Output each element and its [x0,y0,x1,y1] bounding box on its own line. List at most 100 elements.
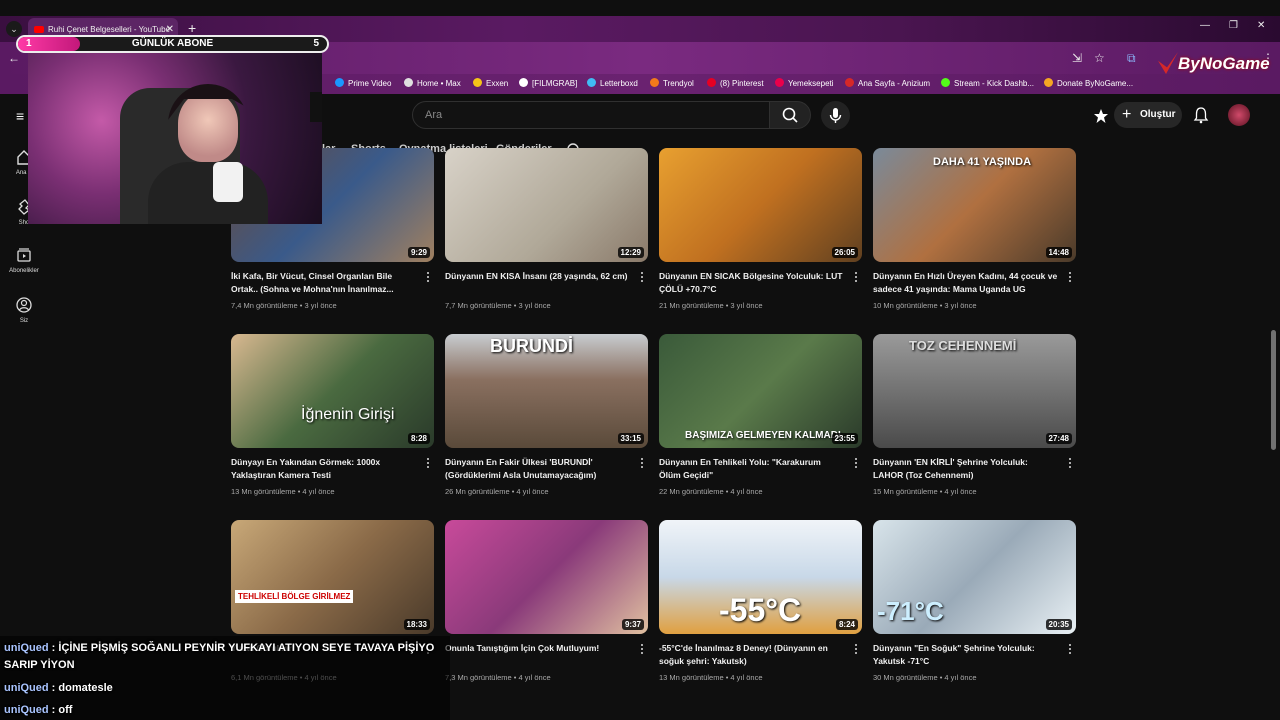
video-thumbnail[interactable]: -55°C 8:24 [659,520,862,634]
bookmark-item[interactable]: Ana Sayfa - Anizium [845,78,930,88]
bookmark-label: (8) Pinterest [720,79,764,88]
bookmark-item[interactable]: Yemeksepeti [775,78,834,88]
video-duration-badge: 26:05 [831,247,858,258]
video-card[interactable]: İğnenin Girişi 8:28 Dünyayı En Yakından Gö… [231,334,434,496]
install-app-icon[interactable]: ⇲ [1072,51,1082,65]
video-thumbnail[interactable]: BAŞIMIZA GELMEYEN KALMADI 23:55 [659,334,862,448]
notifications-bell-icon[interactable] [1192,106,1210,124]
bookmark-favicon-icon [650,78,659,87]
video-more-options-icon[interactable] [855,458,858,470]
bynogame-logo: ByNoGame [1178,54,1270,73]
bookmark-item[interactable]: Stream - Kick Dashb... [941,78,1034,88]
metadata-separator: • [297,301,305,310]
video-title[interactable]: Dünyanın En Hızlı Üreyen Kadını, 44 çocu… [873,270,1058,296]
sidebar-item[interactable]: Siz [0,296,48,324]
video-more-options-icon[interactable] [641,272,644,284]
video-more-options-icon[interactable] [855,272,858,284]
bookmark-item[interactable]: Exxen [473,78,508,88]
video-title[interactable]: Dünyayı En Yakından Görmek: 1000x Yaklaş… [231,456,416,482]
thumbnail-caption: İğnenin Girişi [301,406,395,423]
create-button[interactable]: + Oluştur [1114,102,1182,128]
video-title[interactable]: Dünyanın En Tehlikeli Yolu: "Karakurum Ö… [659,456,844,482]
video-title[interactable]: Dünyanın "En Soğuk" Şehrine Yolculuk: Ya… [873,642,1058,668]
video-more-options-icon[interactable] [1069,644,1072,656]
bookmark-item[interactable]: Prime Video [335,78,391,88]
video-views: 7,4 Mn görüntüleme [231,301,298,310]
video-title[interactable]: Dünyanın EN SICAK Bölgesine Yolculuk: LU… [659,270,844,296]
premium-icon[interactable] [1093,108,1109,124]
tab-search-button[interactable]: ⌄ [6,21,22,37]
video-thumbnail[interactable]: DAHA 41 YAŞINDA 14:48 [873,148,1076,262]
maximize-icon[interactable]: ❐ [1229,20,1238,31]
video-thumbnail[interactable]: 9:37 [445,520,648,634]
video-card[interactable]: 26:05 Dünyanın EN SICAK Bölgesine Yolculu… [659,148,862,310]
chat-message: uniQued : off [4,702,444,719]
subscriber-goal-label: GÜNLÜK ABONE [131,38,214,49]
video-card[interactable]: BAŞIMIZA GELMEYEN KALMADI 23:55 Dünyanın E… [659,334,862,496]
sidebar-item[interactable]: Abonelikler [0,246,48,274]
video-thumbnail[interactable]: TEHLİKELİ BÖLGE GİRİLMEZ 18:33 [231,520,434,634]
bookmark-favicon-icon [845,78,854,87]
video-more-options-icon[interactable] [641,644,644,656]
video-more-options-icon[interactable] [1069,458,1072,470]
video-title[interactable]: Onunla Tanıştığım İçin Çok Mutluyum! [445,642,630,655]
video-card[interactable]: 12:29 Dünyanın EN KISA İnsanı (28 yaşında… [445,148,648,310]
avatar[interactable] [1228,104,1250,126]
video-thumbnail[interactable]: 12:29 [445,148,648,262]
bookmark-favicon-icon [941,78,950,87]
search-input[interactable]: Ara [412,101,770,129]
video-thumbnail[interactable]: BURUNDİ 33:15 [445,334,648,448]
plus-icon: + [1122,106,1132,123]
hamburger-menu-icon[interactable]: ≡ [16,108,24,124]
video-title[interactable]: Dünyanın 'EN KİRLİ' Şehrine Yolculuk: LA… [873,456,1058,482]
video-title[interactable]: -55°C'de İnanılmaz 8 Deney! (Dünyanın en… [659,642,844,668]
translate-icon[interactable]: ⧉ [1127,51,1136,66]
thumbnail-caption: -71°C [877,596,944,626]
scrollbar-thumb[interactable] [1271,330,1276,450]
video-card[interactable]: BURUNDİ 33:15 Dünyanın En Fakir Ülkesi 'BU… [445,334,648,496]
bookmark-item[interactable]: Donate ByNoGame... [1044,78,1133,88]
video-title[interactable]: İki Kafa, Bir Vücut, Cinsel Organları Bi… [231,270,416,296]
video-card[interactable]: TOZ CEHENNEMİ 27:48 Dünyanın 'EN KİRLİ' Şe… [873,334,1076,496]
back-icon[interactable]: ← [8,51,20,65]
video-card[interactable]: -55°C 8:24 -55°C'de İnanılmaz 8 Deney! (Dü… [659,520,862,682]
video-card[interactable]: DAHA 41 YAŞINDA 14:48 Dünyanın En Hızlı Ür… [873,148,1076,310]
video-thumbnail[interactable]: TOZ CEHENNEMİ 27:48 [873,334,1076,448]
video-more-options-icon[interactable] [641,458,644,470]
video-thumbnail[interactable]: İğnenin Girişi 8:28 [231,334,434,448]
video-card[interactable]: -71°C 20:35 Dünyanın "En Soğuk" Şehrine Yo… [873,520,1076,682]
bookmark-item[interactable]: [FILMGRAB] [519,78,577,88]
video-more-options-icon[interactable] [855,644,858,656]
chat-text: İÇİNE PİŞMİŞ SOĞANLI PEYNİR YUFKAYI ATIY… [4,642,435,671]
bookmark-item[interactable]: (8) Pinterest [707,78,764,88]
bookmark-label: Letterboxd [600,79,638,88]
search-button[interactable] [769,101,811,129]
minimize-icon[interactable]: — [1200,20,1210,31]
video-views: 7,7 Mn görüntüleme [445,301,512,310]
video-more-options-icon[interactable] [1069,272,1072,284]
voice-search-button[interactable] [821,101,850,130]
new-tab-button[interactable]: + [188,20,196,36]
video-thumbnail[interactable]: 26:05 [659,148,862,262]
bookmark-favicon-icon [404,78,413,87]
video-title[interactable]: Dünyanın EN KISA İnsanı (28 yaşında, 62 … [445,270,630,283]
video-duration-badge: 27:48 [1045,433,1072,444]
video-title[interactable]: Dünyanın En Fakir Ülkesi 'BURUNDİ' (Görd… [445,456,630,482]
bookmark-star-icon[interactable]: ☆ [1094,51,1105,65]
video-thumbnail[interactable]: -71°C 20:35 [873,520,1076,634]
bookmark-favicon-icon [473,78,482,87]
video-metadata: 22 Mn görüntüleme • 4 yıl önce [659,487,763,496]
video-more-options-icon[interactable] [427,458,430,470]
video-duration-badge: 12:29 [617,247,644,258]
video-card[interactable]: 9:37 Onunla Tanıştığım İçin Çok Mutluyum!… [445,520,648,682]
video-views: 7,3 Mn görüntüleme [445,673,512,682]
bookmark-item[interactable]: Home • Max [404,78,461,88]
chat-username: uniQued [4,642,49,654]
video-card[interactable]: TEHLİKELİ BÖLGE GİRİLMEZ18:33Yutan Obruk… [231,520,434,682]
bookmark-item[interactable]: Trendyol [650,78,694,88]
bookmark-item[interactable]: Letterboxd [587,78,638,88]
video-more-options-icon[interactable] [427,272,430,284]
bookmark-favicon-icon [775,78,784,87]
close-window-icon[interactable]: ✕ [1257,20,1265,31]
video-metadata: 13 Mn görüntüleme • 4 yıl önce [231,487,335,496]
